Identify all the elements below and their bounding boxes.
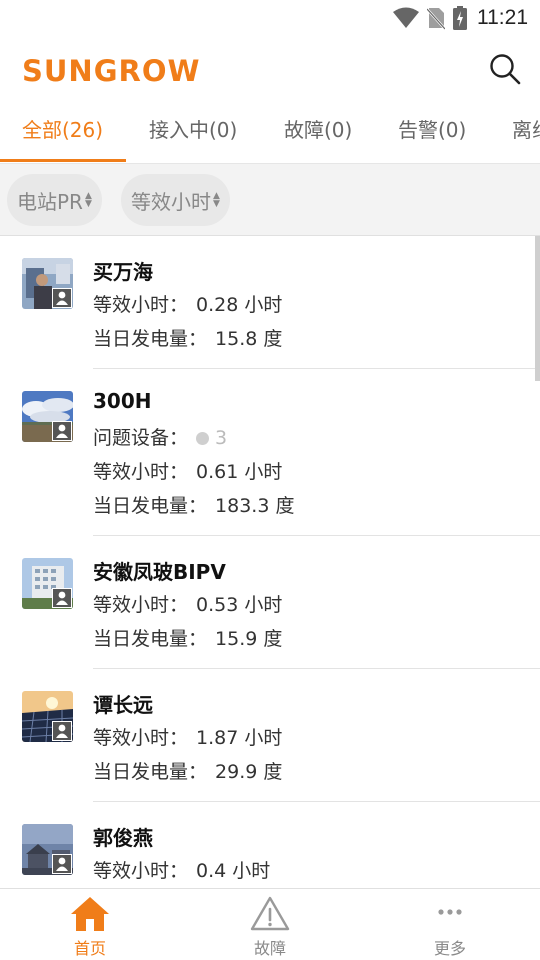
owner-badge-icon (52, 588, 72, 608)
sort-arrows-icon: ▲ ▼ (213, 191, 220, 209)
station-photo (22, 691, 73, 742)
station-photo (22, 824, 73, 875)
daily-energy: 当日发电量： 15.9 度 (93, 628, 283, 650)
battery-charging-icon (453, 6, 467, 30)
sort-hours-chip[interactable]: 等效小时 ▲ ▼ (121, 174, 230, 226)
nav-more-label: 更多 (433, 939, 466, 958)
station-photo (22, 558, 73, 609)
scrollbar[interactable] (535, 236, 540, 381)
equivalent-hours: 等效小时： 0.4 小时 (93, 860, 271, 882)
station-photo (22, 258, 73, 309)
station-item[interactable]: 买万海 等效小时： 0.28 小时 当日发电量： 15.8 度 (0, 236, 540, 369)
equivalent-hours: 等效小时： 0.61 小时 (93, 461, 283, 483)
owner-badge-icon (52, 288, 72, 308)
status-bar: 11:21 (0, 0, 540, 36)
station-name: 300H (93, 389, 152, 413)
sort-pr-label: 电站PR (17, 189, 83, 214)
app-header: SUNGROW (0, 36, 540, 104)
filter-bar: 电站PR ▲ ▼ 等效小时 ▲ ▼ (0, 164, 540, 236)
daily-energy: 当日发电量： 29.9 度 (93, 761, 283, 783)
nav-more[interactable]: 更多 (360, 889, 540, 960)
station-item[interactable]: 安徽凤玻BIPV 等效小时： 0.53 小时 当日发电量： 15.9 度 (0, 536, 540, 669)
warning-icon (250, 896, 290, 931)
tab-fault[interactable]: 故障(0) (284, 104, 352, 163)
more-icon (438, 909, 462, 915)
daily-energy: 当日发电量： 15.8 度 (93, 328, 283, 350)
status-dot-icon (196, 432, 210, 445)
nav-fault[interactable]: 故障 (180, 889, 360, 960)
tab-alarm[interactable]: 告警(0) (398, 104, 466, 163)
tab-indicator (0, 159, 126, 162)
owner-badge-icon (52, 854, 72, 874)
nav-home[interactable]: 首页 (0, 889, 180, 960)
owner-badge-icon (52, 421, 72, 441)
wifi-icon (393, 7, 419, 28)
station-item[interactable]: 300H 问题设备： 3 等效小时： 0.61 小时 当日发电量： 183.3 度 (0, 369, 540, 536)
sort-pr-chip[interactable]: 电站PR ▲ ▼ (7, 174, 102, 226)
tab-offline[interactable]: 离线 (512, 104, 540, 163)
station-item[interactable]: 郭俊燕 等效小时： 0.4 小时 (0, 802, 540, 888)
station-name: 郭俊燕 (93, 826, 153, 850)
station-name: 买万海 (93, 260, 153, 284)
station-item[interactable]: 谭长远 等效小时： 1.87 小时 当日发电量： 29.9 度 (0, 669, 540, 802)
station-list: 买万海 等效小时： 0.28 小时 当日发电量： 15.8 度 300H 问题设备：… (0, 236, 540, 888)
no-sim-icon (427, 8, 445, 30)
owner-badge-icon (52, 721, 72, 741)
bottom-nav: 首页 故障 更多 (0, 888, 540, 960)
sort-hours-label: 等效小时 (131, 189, 211, 214)
status-time: 11:21 (477, 6, 528, 29)
nav-home-label: 首页 (73, 939, 106, 958)
station-photo (22, 391, 73, 442)
equivalent-hours: 等效小时： 1.87 小时 (93, 727, 283, 749)
nav-fault-label: 故障 (253, 939, 286, 958)
equivalent-hours: 等效小时： 0.28 小时 (93, 294, 283, 316)
sungrow-logo: SUNGROW (22, 54, 201, 88)
tab-connecting[interactable]: 接入中(0) (149, 104, 237, 163)
daily-energy: 当日发电量： 183.3 度 (93, 495, 295, 517)
search-icon[interactable] (488, 52, 522, 86)
tab-all[interactable]: 全部(26) (22, 104, 103, 163)
station-name: 谭长远 (93, 693, 153, 717)
station-name: 安徽凤玻BIPV (93, 560, 226, 584)
equivalent-hours: 等效小时： 0.53 小时 (93, 594, 283, 616)
status-tabs: 全部(26) 接入中(0) 故障(0) 告警(0) 离线 (0, 104, 540, 164)
home-icon (71, 897, 109, 931)
problem-devices: 问题设备： 3 (93, 427, 228, 449)
sort-arrows-icon: ▲ ▼ (84, 191, 92, 209)
